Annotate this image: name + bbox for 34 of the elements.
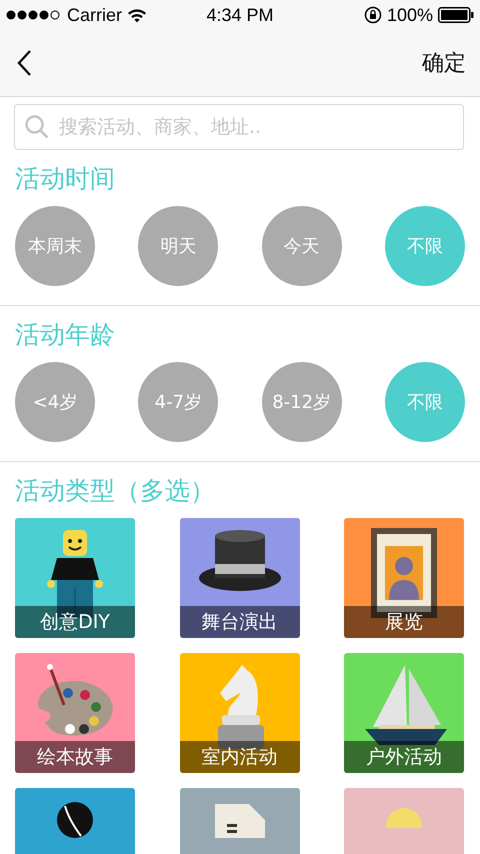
signal-icon: [6, 9, 62, 21]
back-icon[interactable]: [16, 49, 32, 77]
battery-percent: 100%: [386, 4, 433, 26]
confirm-button[interactable]: 确定: [422, 48, 466, 78]
filter-option[interactable]: 不限: [384, 362, 465, 442]
tile-label: 绘本故事: [15, 741, 135, 773]
filter-option[interactable]: 今天: [262, 206, 342, 286]
tile-label: 舞台演出: [180, 606, 300, 638]
category-tile[interactable]: 户外活动: [344, 653, 464, 773]
search-field[interactable]: 搜索活动、商家、地址..: [14, 104, 464, 150]
clock-time: 4:34 PM: [206, 4, 274, 26]
filter-option[interactable]: <4岁: [15, 362, 95, 442]
carrier-name: Carrier: [67, 4, 122, 26]
category-tile[interactable]: 绘本故事: [15, 653, 135, 773]
filter-option[interactable]: 明天: [138, 206, 218, 286]
filter-option[interactable]: 4-7岁: [138, 362, 218, 442]
filter-option[interactable]: 8-12岁: [262, 362, 342, 442]
tile-label: 室内活动: [180, 741, 300, 773]
category-tile[interactable]: 舞台演出: [180, 518, 300, 638]
battery-icon: [438, 7, 474, 23]
tile-label: 创意DIY: [15, 606, 135, 638]
wifi-icon: [127, 8, 148, 22]
rotation-lock-icon: [364, 6, 382, 24]
filter-option[interactable]: 不限: [384, 206, 465, 286]
category-tile[interactable]: 展览: [344, 518, 464, 638]
section-title: 活动年龄: [15, 319, 116, 351]
section-title: 活动类型（多选）: [15, 475, 216, 507]
filter-option[interactable]: 本周末: [15, 206, 95, 286]
tile-label: 展览: [344, 606, 464, 638]
section-title: 活动时间: [15, 163, 116, 195]
tile-label: 户外活动: [344, 741, 464, 773]
top-hat-icon: [196, 528, 282, 592]
category-tile[interactable]: 创意DIY: [15, 518, 135, 638]
category-tile[interactable]: 室内活动: [180, 653, 300, 773]
